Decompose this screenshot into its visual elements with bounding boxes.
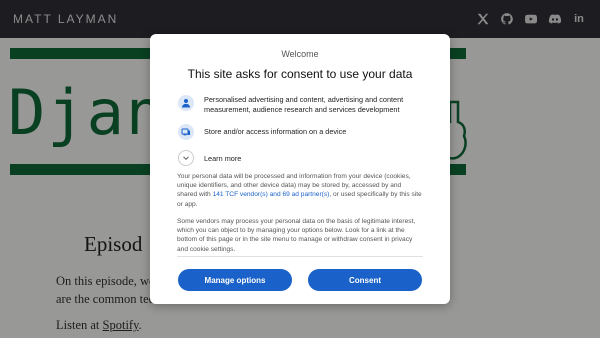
purpose-item-personalised: Personalised advertising and content, ad…: [178, 95, 428, 114]
learn-more-toggle[interactable]: Learn more: [178, 150, 241, 166]
dialog-welcome: Welcome: [281, 49, 319, 59]
consent-description-1: Your personal data will be processed and…: [177, 172, 423, 209]
consent-description-2: Some vendors may process your personal d…: [177, 218, 416, 253]
consent-dialog: Welcome This site asks for consent to us…: [150, 34, 450, 304]
purpose-text: Personalised advertising and content, ad…: [204, 95, 404, 114]
chevron-down-icon: [178, 150, 194, 166]
purpose-text: Store and/or access information on a dev…: [204, 127, 347, 136]
dialog-headline: This site asks for consent to use your d…: [187, 67, 413, 81]
dialog-divider: [177, 256, 423, 257]
person-icon: [178, 95, 194, 111]
consent-button[interactable]: Consent: [308, 269, 422, 291]
purpose-item-device: Store and/or access information on a dev…: [178, 124, 428, 140]
manage-options-button[interactable]: Manage options: [178, 269, 292, 291]
device-icon: [178, 124, 194, 140]
vendors-link[interactable]: 141 TCF vendor(s) and 69 ad partner(s): [213, 191, 330, 198]
learn-more-label: Learn more: [204, 153, 242, 163]
